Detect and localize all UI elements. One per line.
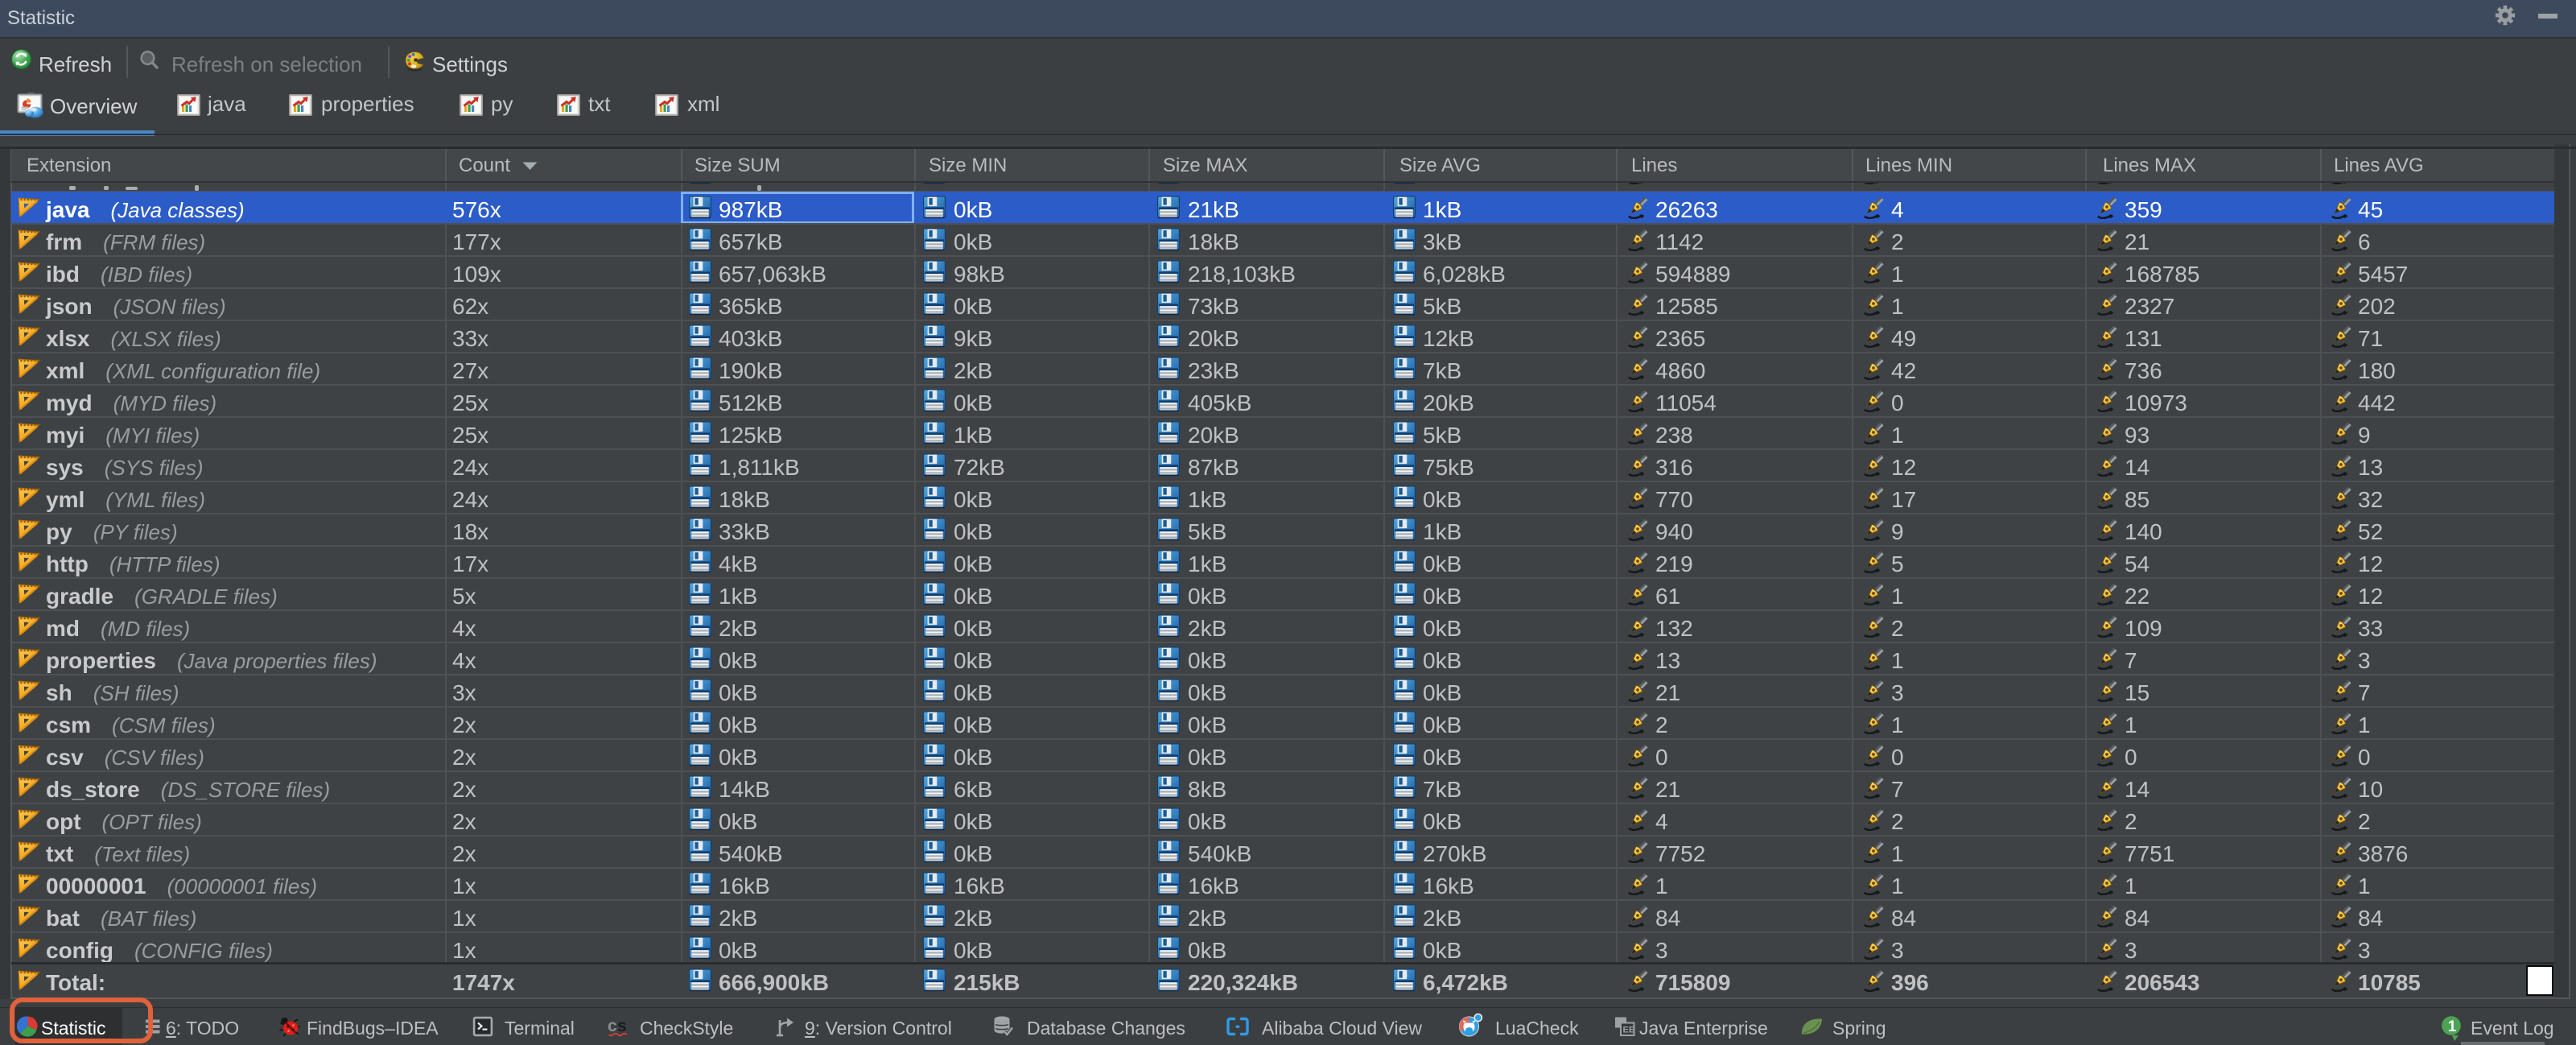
svg-text:1: 1	[2448, 1018, 2457, 1035]
svg-text:s: s	[617, 1017, 627, 1035]
svg-text:EE: EE	[1623, 1026, 1635, 1035]
svg-text:c: c	[608, 1017, 617, 1035]
